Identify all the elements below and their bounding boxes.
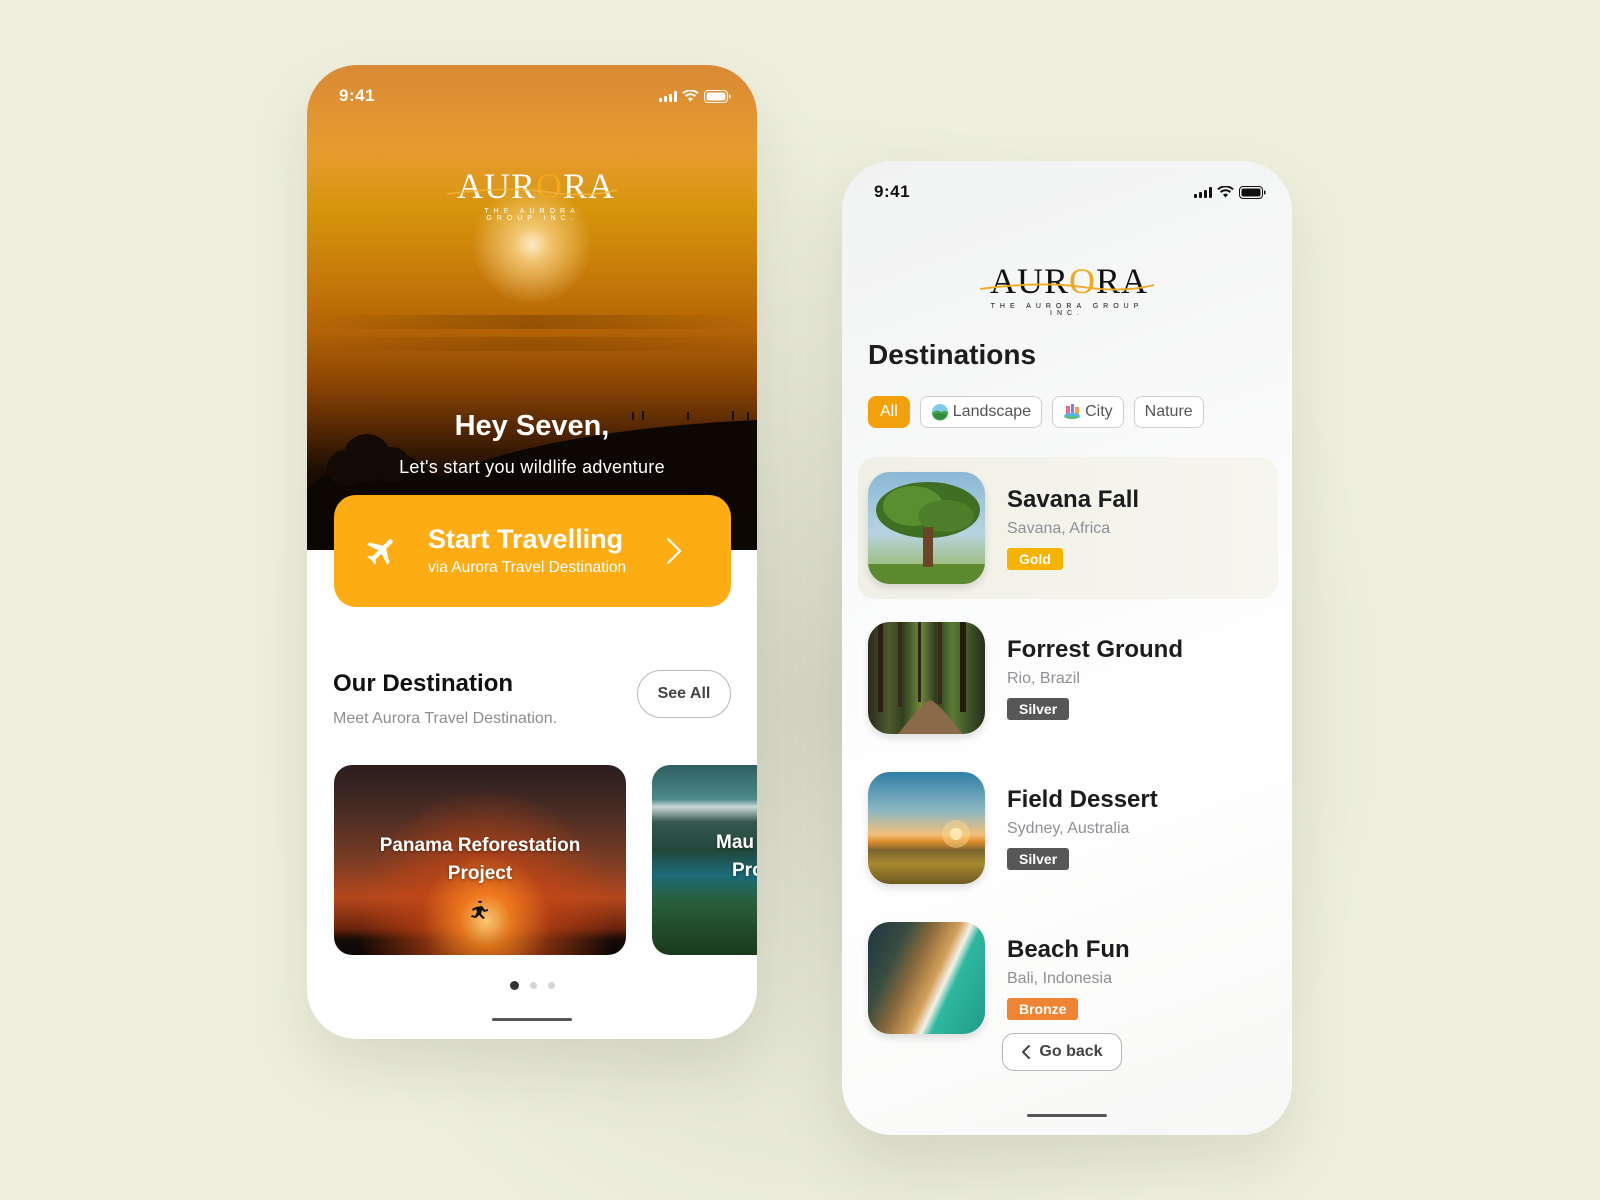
card-title: Panama Reforestation Project (380, 832, 581, 888)
battery-icon (704, 89, 731, 103)
destination-thumbnail (868, 922, 985, 1034)
destination-list: Savana Fall Savana, Africa Gold Forrest … (858, 457, 1278, 1049)
status-bar: 9:41 (842, 161, 1292, 211)
cloud-band (307, 337, 757, 351)
destination-info: Beach Fun Bali, Indonesia Bronze (1007, 936, 1130, 1020)
start-travelling-button[interactable]: Start Travelling via Aurora Travel Desti… (334, 495, 731, 607)
logo-tagline: THE AURORA GROUP INC. (484, 208, 580, 222)
status-bar: 9:41 (307, 65, 757, 115)
pagination-dot[interactable] (529, 982, 537, 989)
logo-swoosh-icon (980, 283, 1154, 291)
carousel-pagination (307, 981, 757, 990)
cta-subtitle: via Aurora Travel Destination (428, 558, 627, 576)
greeting-title: Hey Seven, (454, 410, 610, 442)
destination-location: Savana, Africa (1007, 520, 1111, 537)
pagination-dot[interactable] (547, 982, 555, 989)
airplane-icon (367, 539, 393, 565)
tree-image (868, 482, 985, 584)
signal-icon (1194, 186, 1212, 198)
filter-chip-nature[interactable]: Nature (1133, 396, 1204, 428)
tier-badge: Silver (1007, 698, 1070, 720)
phone-home-screen: 9:41 AURORA THE AURORA GROUP INC. Hey Se… (307, 65, 757, 1039)
section-subtitle: Meet Aurora Travel Destination. (333, 710, 558, 727)
chip-label: Landscape (952, 403, 1032, 420)
card-title: Mau Pro (716, 829, 757, 885)
home-indicator[interactable] (1027, 1114, 1107, 1117)
tier-badge: Gold (1007, 548, 1063, 570)
logo-wordmark: AURORA (447, 168, 617, 204)
logo-swoosh-icon (447, 188, 617, 196)
destination-list-item[interactable]: Savana Fall Savana, Africa Gold (858, 457, 1278, 599)
filter-chips: All Landscape City Nature (868, 396, 1204, 428)
status-icons (659, 89, 731, 103)
forest-image (878, 622, 966, 734)
destination-thumbnail (868, 622, 985, 734)
card-title-line: Project (447, 863, 513, 884)
destination-info: Savana Fall Savana, Africa Gold (1007, 486, 1139, 570)
chevron-left-icon (1022, 1045, 1031, 1059)
status-time: 9:41 (874, 182, 911, 201)
destination-info: Field Dessert Sydney, Australia Silver (1007, 786, 1158, 870)
wifi-icon (682, 90, 699, 102)
destination-list-item[interactable]: Field Dessert Sydney, Australia Silver (858, 757, 1278, 899)
status-icons (1194, 185, 1266, 199)
card-title-line: Pro (732, 860, 757, 881)
destination-location: Sydney, Australia (1007, 820, 1130, 837)
destination-info: Forrest Ground Rio, Brazil Silver (1007, 636, 1183, 720)
status-time: 9:41 (339, 86, 376, 105)
jumping-person-silhouette (471, 901, 488, 919)
signal-icon (659, 90, 677, 102)
destination-thumbnail (868, 772, 985, 884)
chip-label: City (1085, 403, 1113, 420)
chip-label: All (880, 403, 898, 420)
field-sunset-image (942, 820, 970, 848)
destination-name: Field Dessert (1007, 786, 1158, 813)
go-back-button[interactable]: Go back (1002, 1033, 1122, 1071)
logo-wordmark: AURORA (980, 263, 1154, 299)
aurora-logo: AURORA THE AURORA GROUP INC. (447, 168, 617, 222)
logo-tagline: THE AURORA GROUP INC. (990, 303, 1144, 317)
city-icon (1064, 404, 1081, 419)
tier-badge: Silver (1007, 848, 1070, 870)
destination-location: Rio, Brazil (1007, 670, 1080, 687)
filter-chip-landscape[interactable]: Landscape (919, 396, 1043, 428)
tier-badge: Bronze (1007, 998, 1079, 1020)
see-all-button[interactable]: See All (637, 670, 731, 718)
filter-chip-all[interactable]: All (868, 396, 910, 428)
wifi-icon (1217, 186, 1234, 198)
home-indicator[interactable] (492, 1018, 572, 1021)
chip-label: Nature (1144, 403, 1193, 420)
destination-thumbnail (868, 472, 985, 584)
destination-card[interactable]: Mau Pro (652, 765, 757, 955)
card-title-line: Mau (716, 832, 754, 853)
destination-card[interactable]: Panama Reforestation Project (334, 765, 626, 955)
card-title-line: Panama Reforestation (379, 835, 581, 856)
battery-icon (1239, 185, 1266, 199)
destination-location: Bali, Indonesia (1007, 970, 1112, 987)
destination-name: Forrest Ground (1007, 636, 1184, 663)
section-title: Our Destination (333, 670, 514, 697)
cta-title: Start Travelling (428, 524, 624, 555)
cloud-band (307, 315, 757, 329)
destination-name: Beach Fun (1007, 936, 1130, 963)
aurora-logo: AURORA THE AURORA GROUP INC. (980, 263, 1154, 317)
destination-list-item[interactable]: Beach Fun Bali, Indonesia Bronze (858, 907, 1278, 1049)
cta-text: Start Travelling via Aurora Travel Desti… (428, 524, 663, 577)
page-title: Destinations (868, 339, 1037, 370)
greeting-subtitle: Let's start you wildlife adventure (399, 457, 665, 477)
filter-chip-city[interactable]: City (1052, 396, 1124, 428)
landscape-icon (931, 404, 948, 421)
phone-destinations-screen: 9:41 AURORA THE AURORA GROUP INC. Destin… (842, 161, 1292, 1135)
destination-name: Savana Fall (1007, 486, 1140, 513)
pagination-dot-active[interactable] (509, 981, 519, 990)
chevron-right-icon (666, 537, 682, 565)
go-back-label: Go back (1039, 1043, 1103, 1060)
destination-list-item[interactable]: Forrest Ground Rio, Brazil Silver (858, 607, 1278, 749)
